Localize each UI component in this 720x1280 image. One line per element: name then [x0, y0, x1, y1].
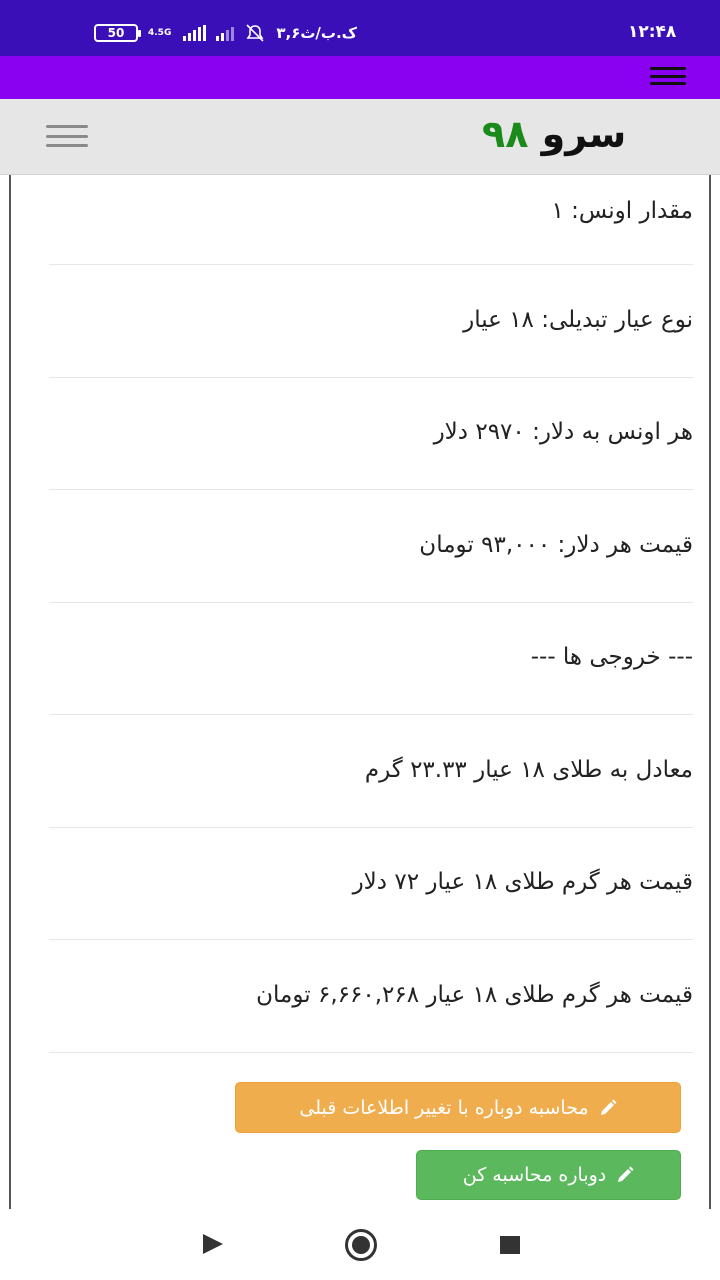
bell-muted-icon [246, 24, 264, 42]
gold-equivalent-grams: معادل به طلای ۱۸ عیار ۲۳.۳۳ گرم [364, 756, 693, 783]
ounce-price-usd: هر اونس به دلار: ۲۹۷۰ دلار [433, 419, 693, 445]
signal-icon [183, 25, 207, 41]
result-card: مقدار اونس: ۱ نوع عیار تبدیلی: ۱۸ عیار ه… [9, 175, 711, 1209]
pencil-icon [618, 1166, 634, 1182]
back-icon[interactable] [203, 1234, 223, 1254]
list-item: هر اونس به دلار: ۲۹۷۰ دلار [49, 378, 693, 490]
gram-price-usd: قیمت هر گرم طلای ۱۸ عیار ۷۲ دلار [352, 869, 693, 895]
list-item: مقدار اونس: ۱ [49, 175, 693, 265]
app-bar [0, 56, 720, 99]
ounce-amount: مقدار اونس: ۱ [551, 198, 693, 224]
recalculate-label: دوباره محاسبه کن [462, 1164, 607, 1186]
recent-apps-icon[interactable] [500, 1236, 520, 1254]
status-icons: 50 4.5G ۳,۶ک.ب/ث [94, 20, 357, 46]
list-item: قیمت هر گرم طلای ۱۸ عیار ۶,۶۶۰,۲۶۸ تومان [49, 940, 693, 1053]
home-icon[interactable] [345, 1229, 377, 1261]
recalculate-with-changes-button[interactable]: محاسبه دوباره با تغییر اطلاعات قبلی [235, 1082, 681, 1133]
recalculate-button[interactable]: دوباره محاسبه کن [416, 1150, 681, 1200]
list-item: --- خروجی ها --- [49, 603, 693, 715]
list-item: معادل به طلای ۱۸ عیار ۲۳.۳۳ گرم [49, 715, 693, 828]
data-speed: ۳,۶ک.ب/ث [276, 24, 358, 42]
pencil-icon [600, 1099, 617, 1115]
gram-price-toman: قیمت هر گرم طلای ۱۸ عیار ۶,۶۶۰,۲۶۸ تومان [256, 981, 693, 1008]
app-menu-icon[interactable] [650, 67, 686, 85]
logo-number: ۹۸ [482, 112, 529, 156]
dollar-price-toman: قیمت هر دلار: ۹۳,۰۰۰ تومان [419, 531, 693, 558]
network-type: 4.5G [148, 27, 172, 38]
list-item: قیمت هر دلار: ۹۳,۰۰۰ تومان [49, 490, 693, 603]
signal-icon-2 [216, 25, 235, 41]
battery-icon: 50 [94, 24, 141, 42]
status-bar: 50 4.5G ۳,۶ک.ب/ث ۱۲:۴۸ [0, 0, 720, 56]
outputs-heading: --- خروجی ها --- [530, 644, 693, 670]
list-item: نوع عیار تبدیلی: ۱۸ عیار [49, 265, 693, 378]
logo-text: سرو [541, 112, 627, 156]
recalculate-with-changes-label: محاسبه دوباره با تغییر اطلاعات قبلی [299, 1096, 589, 1119]
list-item: قیمت هر گرم طلای ۱۸ عیار ۷۲ دلار [49, 828, 693, 940]
clock: ۱۲:۴۸ [628, 22, 677, 42]
site-menu-icon[interactable] [46, 125, 88, 147]
karat-type: نوع عیار تبدیلی: ۱۸ عیار [463, 306, 693, 333]
site-logo[interactable]: سرو ۹۸ [482, 112, 626, 156]
result-list: مقدار اونس: ۱ نوع عیار تبدیلی: ۱۸ عیار ه… [49, 175, 693, 1053]
battery-level: 50 [107, 26, 125, 40]
